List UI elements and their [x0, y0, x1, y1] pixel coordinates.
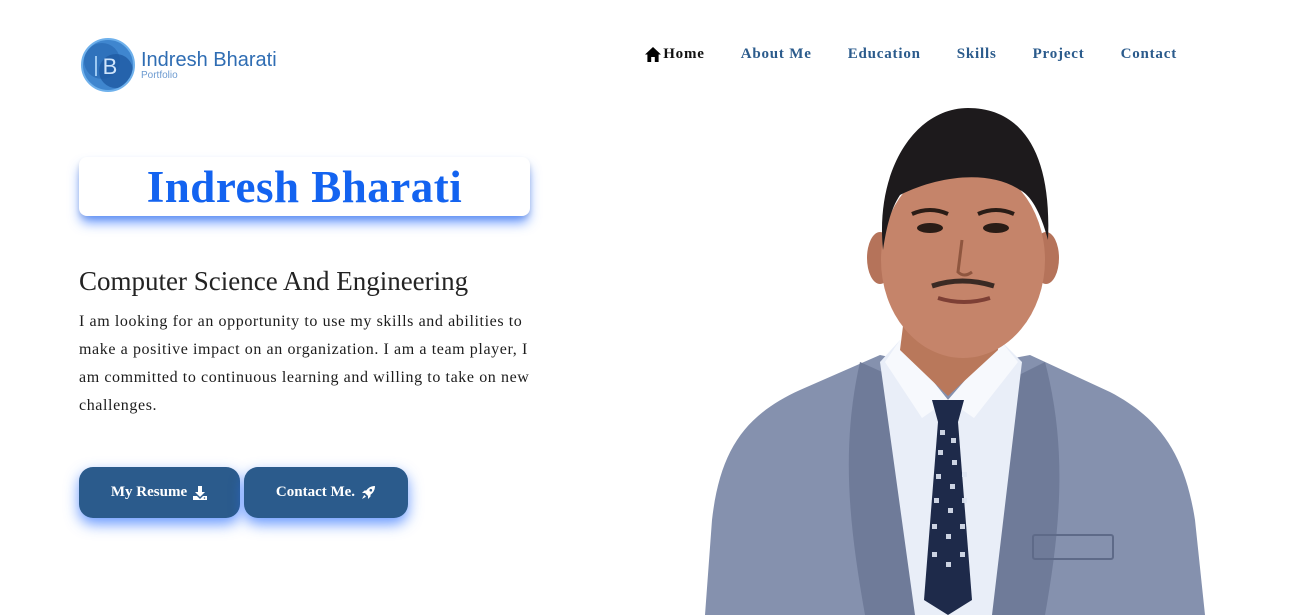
contact-me-button[interactable]: Contact Me. — [244, 467, 408, 518]
main-nav: Home About Me Education Skills Project C… — [644, 46, 1177, 63]
nav-home-label: Home — [663, 46, 705, 62]
nav-home[interactable]: Home — [644, 46, 705, 63]
logo-subtitle: Portfolio — [141, 69, 178, 81]
nav-contact[interactable]: Contact — [1121, 46, 1177, 63]
rocket-icon — [362, 485, 376, 499]
svg-text:B: B — [103, 54, 118, 79]
logo-badge-icon: B — [80, 38, 137, 92]
home-icon — [645, 47, 662, 62]
site-logo[interactable]: B Indresh Bharati Portfolio — [80, 38, 277, 92]
nav-skills[interactable]: Skills — [957, 46, 997, 63]
profile-person-illustration — [705, 108, 1205, 615]
profile-photo — [700, 100, 1210, 615]
nav-education[interactable]: Education — [848, 46, 921, 63]
name-card: Indresh Bharati — [79, 157, 530, 216]
contact-me-label: Contact Me. — [275, 484, 356, 500]
hero-subtitle: Computer Science And Engineering — [79, 266, 469, 296]
download-icon — [193, 485, 208, 500]
nav-project[interactable]: Project — [1033, 46, 1085, 63]
hero-description: I am looking for an opportunity to use m… — [79, 313, 530, 414]
hero-name: Indresh Bharati — [146, 161, 463, 212]
logo-name: Indresh Bharati — [141, 48, 277, 71]
nav-about-me[interactable]: About Me — [741, 46, 812, 63]
my-resume-label: My Resume — [110, 484, 188, 500]
my-resume-button[interactable]: My Resume — [79, 467, 240, 518]
